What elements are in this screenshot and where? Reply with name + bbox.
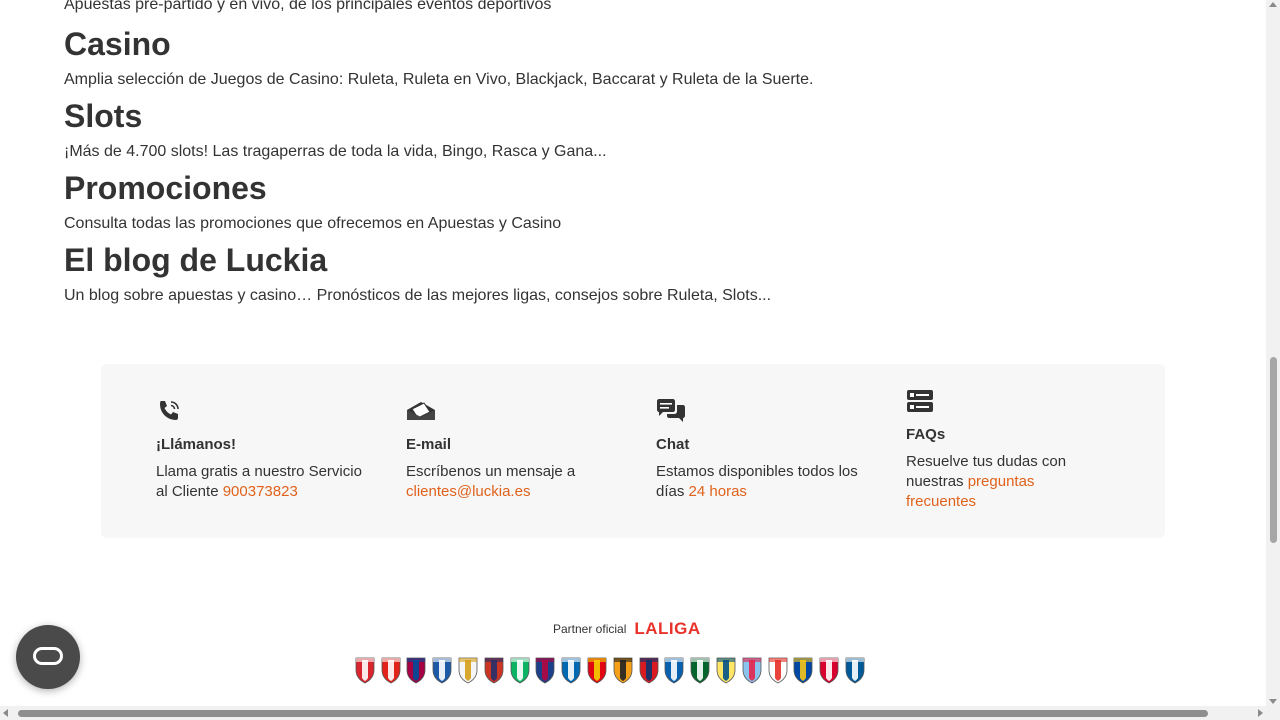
section-description: Amplia selección de Juegos de Casino: Ru… bbox=[64, 71, 814, 88]
crest-osasuna-icon[interactable] bbox=[636, 655, 662, 685]
contact-title: E-mail bbox=[406, 436, 452, 453]
crest-levante-icon[interactable] bbox=[533, 655, 559, 685]
email-link[interactable]: clientes@luckia.es bbox=[406, 483, 530, 500]
partner-label: Partner oficial bbox=[553, 622, 627, 636]
section-casino: Casino Amplia selección de Juegos de Cas… bbox=[64, 24, 813, 90]
contact-description: Escríbenos un mensaje a clientes@luckia.… bbox=[406, 462, 636, 502]
laliga-logo: LALIGA bbox=[634, 619, 701, 638]
faq-icon bbox=[906, 388, 933, 414]
contact-title: ¡Llámanos! bbox=[156, 436, 237, 453]
scroll-up-arrow-icon[interactable] bbox=[1269, 2, 1277, 7]
section-description: ¡Más de 4.700 slots! Las tragaperras de … bbox=[64, 143, 607, 160]
contact-faqs: FAQs Resuelve tus dudas con nuestras pre… bbox=[906, 364, 1136, 538]
section-blog: El blog de Luckia Un blog sobre apuestas… bbox=[64, 240, 771, 306]
chat-bubble-button[interactable] bbox=[16, 625, 80, 689]
crest-espanyol-icon[interactable] bbox=[429, 655, 455, 685]
section-title[interactable]: Casino bbox=[64, 24, 813, 64]
chat-link[interactable]: 24 horas bbox=[689, 483, 747, 500]
contact-description: Resuelve tus dudas con nuestras pregunta… bbox=[906, 452, 1086, 512]
section-title[interactable]: Slots bbox=[64, 96, 607, 136]
crest-real-sociedad-icon[interactable] bbox=[558, 655, 584, 685]
club-crests bbox=[352, 655, 868, 685]
contact-chat: Chat Estamos disponibles todos los días … bbox=[656, 364, 886, 538]
crest-getafe-icon[interactable] bbox=[842, 655, 868, 685]
contact-phone: ¡Llámanos! Llama gratis a nuestro Servic… bbox=[156, 364, 386, 538]
scroll-left-arrow-icon[interactable] bbox=[3, 709, 8, 717]
contact-description: Llama gratis a nuestro Servicio al Clien… bbox=[156, 462, 366, 502]
crest-elche-icon[interactable] bbox=[687, 655, 713, 685]
contact-title: Chat bbox=[656, 436, 690, 453]
scroll-down-arrow-icon[interactable] bbox=[1269, 699, 1277, 704]
crest-girona-icon[interactable] bbox=[816, 655, 842, 685]
crest-sevilla-icon[interactable] bbox=[352, 655, 378, 685]
crest-celta-icon[interactable] bbox=[739, 655, 765, 685]
contact-email: E-mail Escríbenos un mensaje a clientes@… bbox=[406, 364, 636, 538]
crest-athletic-icon[interactable] bbox=[378, 655, 404, 685]
section-title[interactable]: El blog de Luckia bbox=[64, 240, 771, 280]
contact-description: Estamos disponibles todos los días 24 ho… bbox=[656, 462, 871, 502]
section-title[interactable]: Promociones bbox=[64, 168, 561, 208]
chat-bubble-icon bbox=[33, 647, 63, 665]
vertical-scrollbar[interactable] bbox=[1266, 0, 1280, 706]
chat-icon bbox=[656, 398, 685, 424]
section-description: Un blog sobre apuestas y casino… Pronóst… bbox=[64, 287, 772, 304]
vertical-scroll-thumb[interactable] bbox=[1270, 357, 1277, 543]
horizontal-scroll-thumb[interactable] bbox=[18, 710, 1208, 717]
crest-real-madrid-icon[interactable] bbox=[455, 655, 481, 685]
crest-betis-icon[interactable] bbox=[507, 655, 533, 685]
contact-text: Escríbenos un mensaje a bbox=[406, 463, 576, 480]
crest-valencia-icon[interactable] bbox=[610, 655, 636, 685]
crest-atletico-icon[interactable] bbox=[481, 655, 507, 685]
contact-box: ¡Llámanos! Llama gratis a nuestro Servic… bbox=[101, 364, 1165, 538]
crest-oviedo-icon[interactable] bbox=[791, 655, 817, 685]
crest-villarreal-icon[interactable] bbox=[713, 655, 739, 685]
contact-text: Estamos disponibles todos los días bbox=[656, 463, 858, 500]
email-icon bbox=[406, 398, 435, 424]
partner-banner: Partner oficial LALIGA bbox=[553, 619, 701, 639]
sports-description: Apuestas pre-partido y en vivo, de los p… bbox=[64, 0, 552, 13]
scroll-right-arrow-icon[interactable] bbox=[1258, 709, 1263, 717]
crest-mallorca-icon[interactable] bbox=[584, 655, 610, 685]
phone-icon bbox=[156, 398, 182, 424]
horizontal-scrollbar[interactable] bbox=[0, 706, 1280, 720]
section-slots: Slots ¡Más de 4.700 slots! Las tragaperr… bbox=[64, 96, 607, 162]
crest-rayo-icon[interactable] bbox=[765, 655, 791, 685]
crest-alaves-icon[interactable] bbox=[662, 655, 688, 685]
section-promociones: Promociones Consulta todas las promocion… bbox=[64, 168, 561, 234]
crest-barcelona-icon[interactable] bbox=[404, 655, 430, 685]
contact-title: FAQs bbox=[906, 426, 946, 443]
phone-link[interactable]: 900373823 bbox=[223, 483, 298, 500]
section-description: Consulta todas las promociones que ofrec… bbox=[64, 215, 562, 232]
